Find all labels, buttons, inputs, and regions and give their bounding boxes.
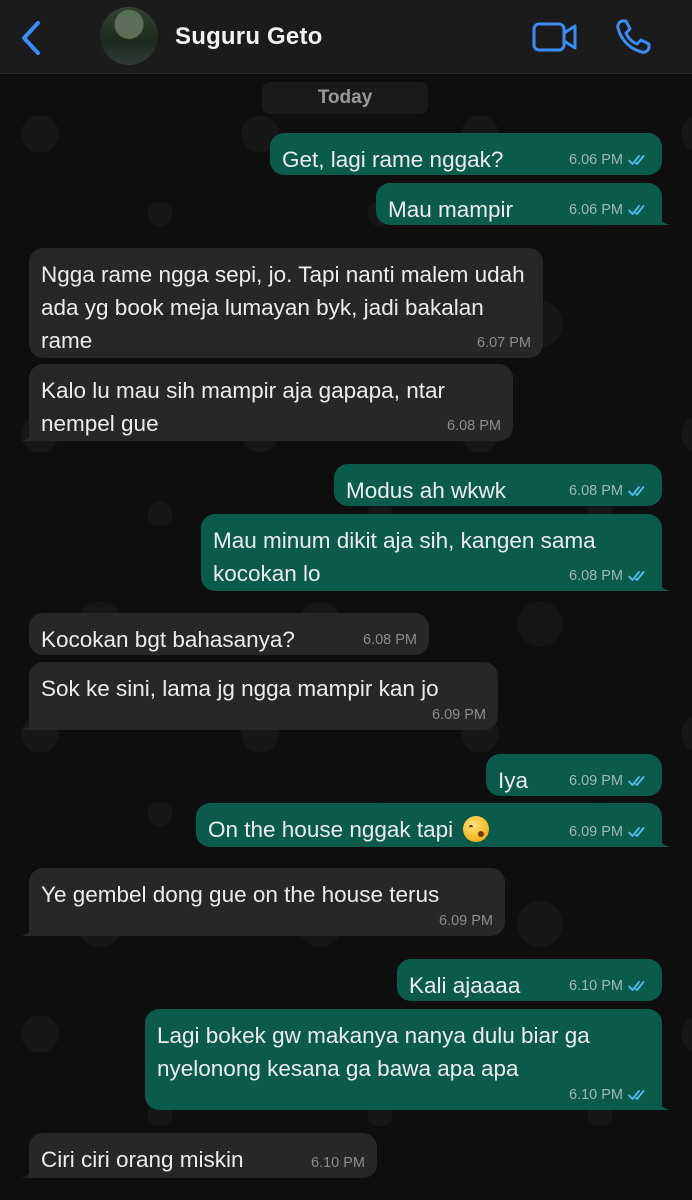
message-meta: 6.08 PM [569,483,650,499]
outgoing-message[interactable]: Modus ah wkwk 6.08 PM [334,464,662,506]
read-receipt-icon [628,827,645,837]
message-meta: 6.07 PM [477,335,531,351]
voice-call-button[interactable] [614,18,654,56]
message-time: 6.10 PM [569,978,623,994]
message-text: Ngga rame ngga sepi, jo. Tapi nanti male… [41,262,531,353]
message-time: 6.08 PM [569,568,623,584]
outgoing-message[interactable]: Lagi bokek gw makanya nanya dulu biar ga… [145,1009,671,1110]
message-meta: 6.09 PM [569,773,650,789]
incoming-message[interactable]: Ye gembel dong gue on the house terus 6.0… [20,868,505,936]
bubble-tail [20,1162,34,1178]
incoming-message[interactable]: Ngga rame ngga sepi, jo. Tapi nanti male… [29,248,543,358]
message-time: 6.08 PM [447,418,501,434]
message-text: Sok ke sini, lama jg ngga mampir kan jo [41,676,439,701]
kissing-face-emoji [463,816,490,842]
message-time: 6.09 PM [569,773,623,789]
incoming-message[interactable]: Kalo lu mau sih mampir aja gapapa, ntar … [20,364,513,441]
bubble-tail [657,1094,671,1110]
message-meta: 6.09 PM [569,824,650,840]
message-meta: 6.06 PM [569,202,650,218]
message-time: 6.06 PM [569,202,623,218]
incoming-message[interactable]: Ciri ciri orang miskin 6.10 PM [20,1133,377,1178]
bubble-tail [657,209,671,225]
chat-screen: Suguru Geto Today Get, lagi rame nggak? 6… [0,0,692,1200]
incoming-message[interactable]: Sok ke sini, lama jg ngga mampir kan jo 6… [20,662,498,730]
read-receipt-icon [628,981,645,991]
message-text: Kalo lu mau sih mampir aja gapapa, ntar … [41,378,452,436]
message-time: 6.09 PM [569,824,623,840]
message-text: Ye gembel dong gue on the house terus [41,882,440,907]
read-receipt-icon [628,486,645,496]
message-meta: 6.09 PM [432,707,486,723]
read-receipt-icon [628,1090,645,1100]
message-text: Kocokan bgt bahasanya? [41,627,295,652]
message-meta: 6.08 PM [447,418,501,434]
message-time: 6.08 PM [363,632,417,648]
outgoing-message[interactable]: Get, lagi rame nggak? 6.06 PM [270,133,662,175]
message-time: 6.09 PM [439,913,493,929]
phone-icon [616,19,651,54]
video-call-icon [532,22,577,52]
message-time: 6.10 PM [569,1087,623,1103]
bubble-tail [657,575,671,591]
message-meta: 6.06 PM [569,152,650,168]
outgoing-message[interactable]: Kali ajaaaa 6.10 PM [397,959,662,1001]
message-meta: 6.08 PM [363,632,417,648]
outgoing-message[interactable]: Mau mampir 6.06 PM [376,183,671,225]
message-time: 6.07 PM [477,335,531,351]
bubble-tail [20,425,34,441]
message-meta: 6.10 PM [569,978,650,994]
message-time: 6.10 PM [311,1155,365,1171]
read-receipt-icon [628,205,645,215]
bubble-tail [20,920,34,936]
incoming-message[interactable]: Kocokan bgt bahasanya? 6.08 PM [29,613,429,655]
video-call-button[interactable] [532,22,578,52]
read-receipt-icon [628,571,645,581]
message-text: Lagi bokek gw makanya nanya dulu biar ga… [157,1023,597,1081]
chevron-left-icon [22,21,40,55]
outgoing-message[interactable]: Mau minum dikit aja sih, kangen sama koc… [201,514,671,591]
message-meta: 6.09 PM [439,913,493,929]
back-button[interactable] [16,19,50,57]
contact-avatar[interactable] [100,7,158,65]
message-time: 6.06 PM [569,152,623,168]
message-time: 6.09 PM [432,707,486,723]
message-meta: 6.08 PM [569,568,650,584]
outgoing-message[interactable]: Iya 6.09 PM [486,754,662,796]
message-meta: 6.10 PM [311,1155,365,1171]
message-meta: 6.10 PM [569,1087,650,1103]
chat-header: Suguru Geto [0,0,692,74]
outgoing-message[interactable]: On the house nggak tapi 6.09 PM [196,803,671,847]
contact-name[interactable]: Suguru Geto [175,23,323,51]
message-time: 6.08 PM [569,483,623,499]
read-receipt-icon [628,155,645,165]
date-separator: Today [262,82,428,114]
bubble-tail [657,831,671,847]
read-receipt-icon [628,776,645,786]
bubble-tail [20,714,34,730]
